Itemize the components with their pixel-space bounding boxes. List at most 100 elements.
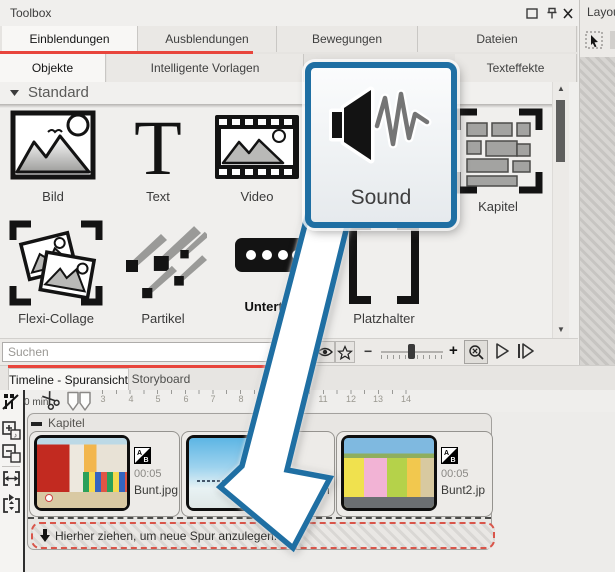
- tab-storyboard[interactable]: Storyboard: [127, 368, 195, 390]
- tab-dateien[interactable]: Dateien: [418, 26, 577, 52]
- item-label: Video: [212, 189, 302, 204]
- svg-text:B: B: [144, 457, 149, 464]
- item-label: Platzhalter: [338, 311, 430, 326]
- toolbox-item-text[interactable]: T Text: [114, 110, 202, 204]
- ruler-number: 14: [399, 394, 413, 404]
- track-header-label: Kapitel: [48, 416, 85, 430]
- transition-ab-icon[interactable]: A B: [441, 447, 458, 469]
- scrollbar-thumb[interactable]: [556, 100, 565, 162]
- tab-einblendungen[interactable]: Einblendungen: [2, 26, 138, 52]
- selection-tool-icon[interactable]: [585, 31, 605, 56]
- ruler-number: 6: [179, 394, 193, 404]
- zoom-reset-icon[interactable]: [464, 340, 488, 364]
- ruler-ticks: [102, 390, 414, 394]
- svg-text:B: B: [451, 457, 456, 464]
- ruler-number: 11: [316, 394, 330, 404]
- scroll-down-icon[interactable]: ▼: [555, 325, 567, 334]
- timeline-clip-bunt[interactable]: A B 00:05 Bunt.jpg: [29, 431, 180, 517]
- svg-text:A: A: [137, 450, 142, 457]
- timeline-corner-icon[interactable]: [2, 392, 21, 416]
- toolbox-item-bild[interactable]: Bild: [9, 110, 97, 204]
- clip-thumbnail-frame: [34, 435, 130, 511]
- favorites-star-icon[interactable]: [335, 341, 355, 363]
- play-preview-icon[interactable]: [493, 342, 511, 365]
- clip-thumbnail-frame: [341, 435, 437, 511]
- toolbox-titlebar: Toolbox: [0, 0, 578, 27]
- ruler-number: 8: [234, 394, 248, 404]
- chapter-icon: [453, 108, 543, 194]
- play-fullscreen-icon[interactable]: [516, 342, 534, 365]
- drop-arrow-icon: [40, 529, 50, 542]
- image-icon: [10, 110, 96, 184]
- remove-track-icon[interactable]: [2, 444, 21, 468]
- clip-duration: 00:05: [441, 468, 469, 480]
- add-track-icon[interactable]: ♪: [2, 421, 21, 445]
- item-label: Kapitel: [452, 199, 544, 214]
- sound-icon: [329, 82, 433, 170]
- zoom-fit-selection-icon[interactable]: [2, 497, 21, 519]
- placeholder-icon: [339, 220, 429, 306]
- tab-label: Objekte: [32, 61, 73, 75]
- thumbnail-size-slider-handle[interactable]: [408, 344, 415, 359]
- clip-thumbnail-frame: [186, 435, 282, 511]
- scroll-up-icon[interactable]: ▲: [555, 84, 567, 93]
- new-track-dropzone[interactable]: Hierher ziehen, um neue Spur anzulegen.: [31, 522, 495, 549]
- application-window: Toolbox Einblendungen Ausblendungen Bewe…: [0, 0, 615, 572]
- clip-duration: 00:05: [134, 468, 162, 480]
- clip-thumbnail-image: [37, 438, 127, 508]
- tab-intelligente-vorlagen[interactable]: Intelligente Vorlagen: [107, 54, 304, 82]
- maximize-icon[interactable]: [525, 7, 539, 20]
- clip-filename-fragment: ch: [317, 483, 330, 497]
- zoom-out-icon[interactable]: −: [364, 343, 372, 359]
- preview-eye-icon[interactable]: [315, 341, 335, 363]
- tab-label: Intelligente Vorlagen: [151, 61, 260, 75]
- toolbox-scrollbar[interactable]: ▲ ▼: [552, 82, 569, 338]
- clip-thumbnail-image: [189, 438, 279, 508]
- toolbox-item-platzhalter[interactable]: Platzhalter: [338, 220, 430, 326]
- tab-label: Dateien: [476, 32, 517, 46]
- clipped-toolbar-icon: [610, 31, 615, 49]
- timeline-clip-title[interactable]: ch: [181, 431, 335, 517]
- search-input[interactable]: [2, 342, 302, 362]
- pin-icon[interactable]: [545, 7, 559, 20]
- tab-timeline-spuransicht[interactable]: Timeline - Spuransicht: [8, 368, 129, 391]
- clip-filename: Bunt.jpg: [134, 483, 178, 497]
- ruler-number: 13: [371, 394, 385, 404]
- zoom-in-icon[interactable]: +: [449, 342, 458, 359]
- svg-text:♪: ♪: [14, 433, 18, 440]
- scissors-cursor-icon: [42, 391, 60, 415]
- toolbox-item-video[interactable]: Video: [212, 110, 302, 204]
- track-area-border: [23, 390, 25, 572]
- tab-objekte[interactable]: Objekte: [0, 54, 106, 82]
- tab-texteffekte[interactable]: Texteffekte: [455, 54, 577, 82]
- clip-filename: Bunt2.jp: [441, 483, 485, 497]
- svg-text:T: T: [134, 110, 182, 184]
- toolbox-item-partikel[interactable]: Partikel: [118, 220, 208, 326]
- toolbox-item-untertitel[interactable]: Untertitel: [228, 232, 318, 314]
- video-icon: [213, 110, 301, 184]
- toolbox-item-flexi-collage[interactable]: Flexi-Collage: [8, 220, 104, 326]
- dropzone-text: Hierher ziehen, um neue Spur anzulegen.: [55, 529, 277, 543]
- toolbox-item-kapitel[interactable]: Kapitel: [452, 108, 544, 214]
- item-label: Bild: [9, 189, 97, 204]
- dragged-sound-item[interactable]: Sound: [305, 62, 457, 228]
- transition-ab-icon[interactable]: A B: [134, 447, 151, 469]
- ruler-number: 12: [344, 394, 358, 404]
- tab-ausblendungen[interactable]: Ausblendungen: [138, 26, 277, 52]
- collage-icon: [9, 220, 103, 306]
- clear-search-icon[interactable]: [298, 343, 313, 363]
- close-icon[interactable]: [561, 7, 575, 20]
- tab-label: Storyboard: [132, 372, 191, 386]
- ruler-number: 9: [261, 394, 275, 404]
- ruler-number: 3: [96, 394, 110, 404]
- ruler-number: 5: [151, 394, 165, 404]
- ruler-number: 4: [124, 394, 138, 404]
- track-bottom-dashed-border: [28, 517, 491, 519]
- clip-thumbnail-image: [344, 438, 434, 508]
- tab-bewegungen[interactable]: Bewegungen: [277, 26, 418, 52]
- collapse-track-icon[interactable]: [31, 422, 42, 426]
- svg-text:A: A: [444, 450, 449, 457]
- section-label: Standard: [28, 84, 89, 101]
- timeline-clip-bunt2[interactable]: A B 00:05 Bunt2.jp: [336, 431, 493, 517]
- tab-label: Ausblendungen: [165, 32, 248, 46]
